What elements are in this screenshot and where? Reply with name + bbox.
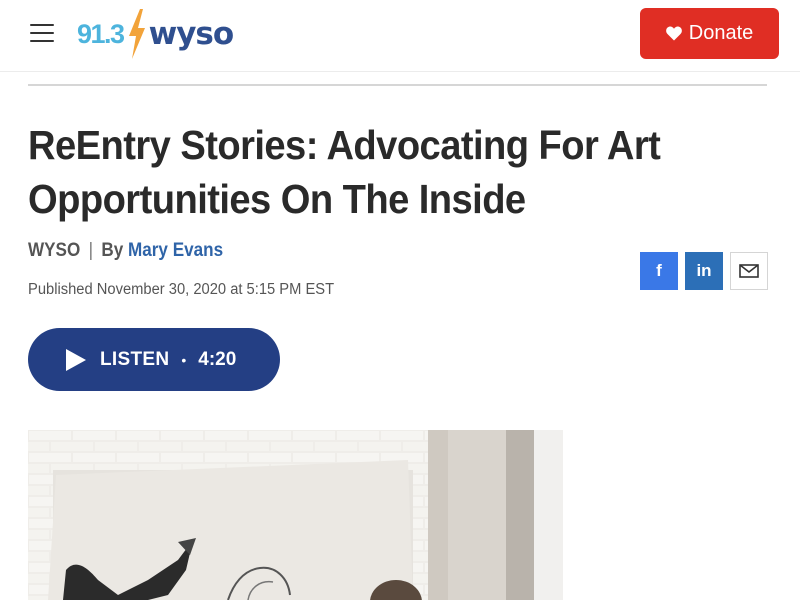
lightning-bolt-icon [128, 9, 145, 59]
logo-callsign: wyso [148, 16, 235, 52]
play-icon [66, 348, 86, 371]
header-divider [28, 84, 767, 86]
article-title: ReEntry Stories: Advocating For Art Oppo… [28, 122, 661, 222]
donate-label: Donate [688, 22, 754, 44]
email-icon [739, 264, 759, 278]
logo-frequency: 91.3 [77, 18, 125, 49]
audio-duration: 4:20 [198, 348, 237, 370]
listen-button[interactable]: LISTEN • 4:20 [28, 328, 280, 391]
byline-by: By [101, 240, 124, 261]
byline: WYSO | By Mary Evans [28, 240, 223, 262]
published-date: Published November 30, 2020 at 5:15 PM E… [28, 281, 335, 298]
hamburger-menu-icon[interactable] [30, 24, 56, 44]
linkedin-share-button[interactable]: in [685, 252, 723, 290]
byline-separator: | [88, 240, 94, 261]
listen-label: LISTEN [100, 348, 170, 370]
linkedin-icon: in [696, 261, 712, 280]
article-photo-image [28, 430, 563, 600]
facebook-share-button[interactable]: f [640, 252, 678, 290]
byline-source: WYSO [28, 240, 81, 261]
author-link[interactable]: Mary Evans [128, 240, 223, 261]
article-photo [28, 430, 563, 600]
donate-button[interactable]: Donate [640, 8, 779, 59]
email-share-button[interactable] [730, 252, 768, 290]
wyso-logo[interactable]: 91.3 wyso [77, 8, 235, 60]
heart-icon [665, 26, 682, 41]
listen-bullet: • [181, 351, 187, 368]
facebook-icon: f [656, 261, 662, 280]
site-header: 91.3 wyso Donate [0, 0, 800, 72]
